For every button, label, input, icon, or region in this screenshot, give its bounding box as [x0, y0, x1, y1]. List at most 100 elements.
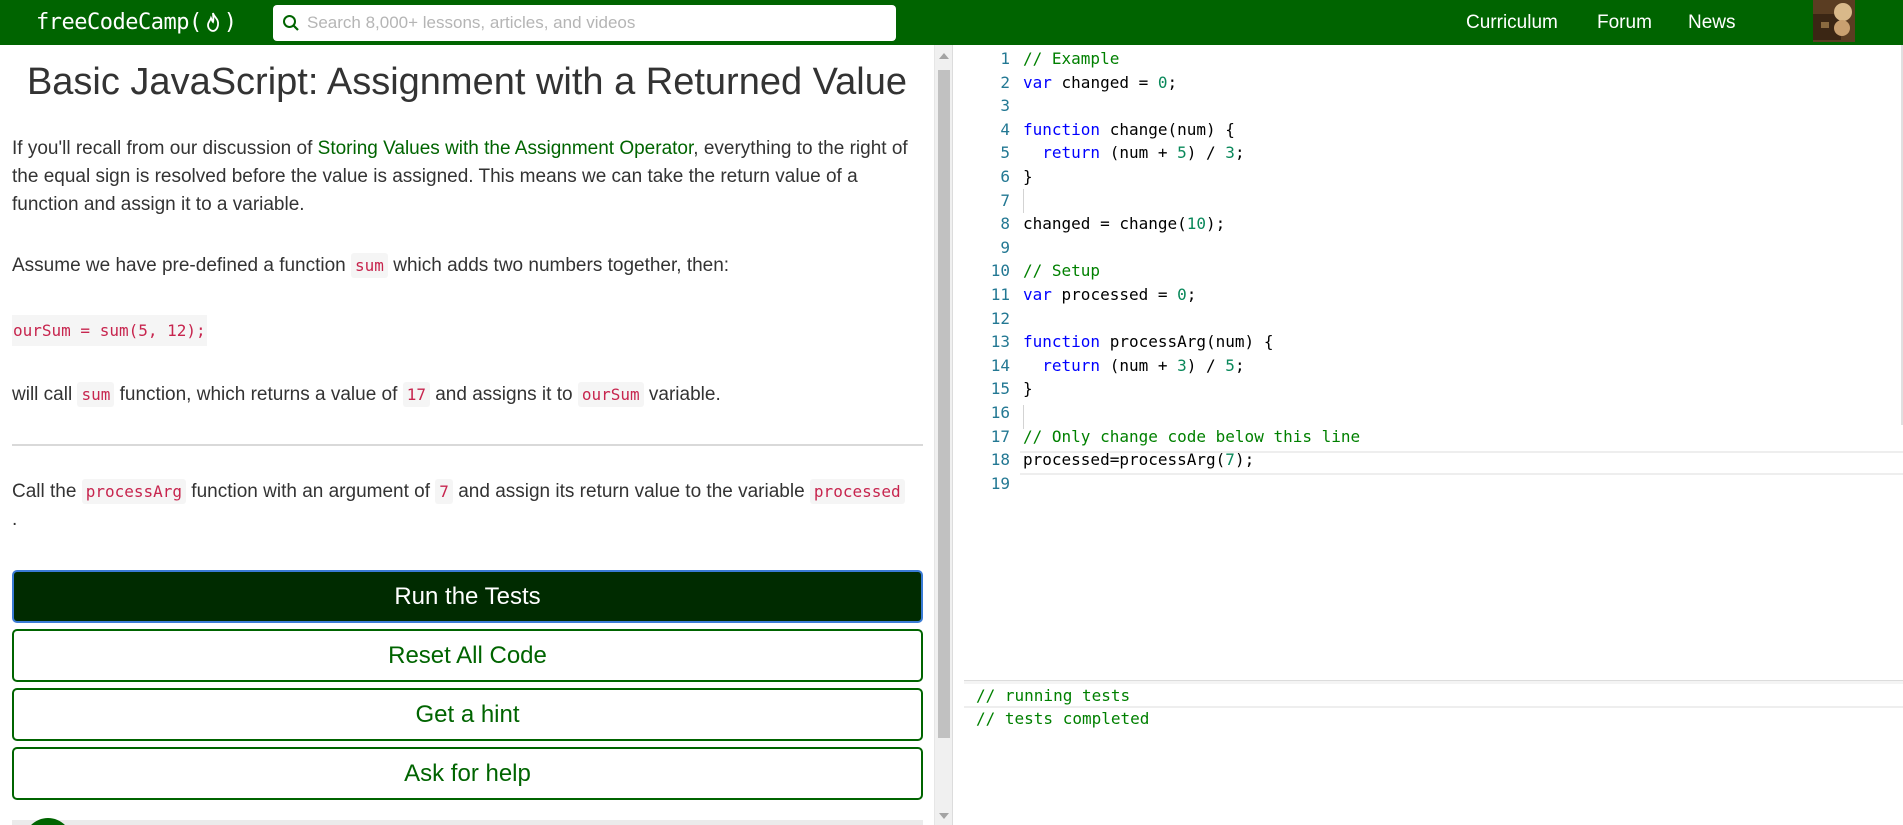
- code-line[interactable]: 6}: [964, 165, 1903, 189]
- line-number: 1: [1000, 49, 1010, 68]
- code-line[interactable]: 12: [964, 307, 1903, 331]
- code-line[interactable]: 13 function processArg(num) {: [964, 330, 1903, 354]
- line-number: 9: [1000, 237, 1010, 257]
- code-editor[interactable]: 1 // Example 2 var changed = 0; 3 4 function c…: [964, 45, 1903, 680]
- logo-text: freeCodeCamp(: [36, 9, 202, 35]
- flame-icon: [205, 12, 221, 32]
- code-line[interactable]: 8 changed = change(10);: [964, 212, 1903, 236]
- line-number: 13: [990, 332, 1010, 352]
- navbar: freeCodeCamp( ) Curriculum Forum News: [0, 0, 1903, 45]
- line-number: 17: [990, 426, 1010, 446]
- line-number: 3: [1000, 96, 1010, 116]
- code-text: processed=processArg(7);: [1023, 450, 1255, 470]
- page-title: Basic JavaScript: Assignment with a Retu…: [26, 61, 908, 103]
- line-number: 15: [990, 379, 1010, 399]
- p2-text-before: Assume we have pre-defined a function: [12, 255, 352, 276]
- task-text-d: .: [12, 509, 18, 530]
- nav-link-forum[interactable]: Forum: [1597, 12, 1652, 34]
- inline-code-sum: sum: [351, 253, 388, 278]
- inline-code-processarg: processArg: [81, 479, 187, 504]
- line-number: 16: [990, 403, 1010, 422]
- inline-code-17: 17: [402, 382, 430, 407]
- code-text: function change(num) {: [1023, 119, 1235, 139]
- line-number: 10: [990, 261, 1010, 281]
- line-number: 11: [990, 285, 1010, 304]
- line-number: 18: [990, 450, 1010, 470]
- line-number: 14: [990, 355, 1010, 375]
- pane-resize-handle[interactable]: [952, 45, 964, 825]
- p3-text-a: will call: [12, 384, 78, 405]
- p3-text-c: and assigns it to: [429, 384, 578, 405]
- code-text: // Setup: [1023, 261, 1101, 281]
- description-paragraph-1: If you'll recall from our discussion of …: [12, 135, 924, 219]
- search-input[interactable]: [307, 13, 867, 33]
- code-line[interactable]: 11 var processed = 0;: [964, 283, 1903, 307]
- code-line[interactable]: 9: [964, 236, 1903, 260]
- code-line[interactable]: 10 // Setup: [964, 259, 1903, 283]
- p2-text-after: which adds two numbers together, then:: [387, 255, 730, 276]
- line-number: 12: [990, 308, 1010, 328]
- code-line[interactable]: 5 return (num + 5) / 3;: [964, 141, 1903, 165]
- code-line[interactable]: 18 processed=processArg(7);: [964, 448, 1903, 472]
- output-line-running: // running tests: [976, 686, 1131, 705]
- code-line[interactable]: 15}: [964, 377, 1903, 401]
- logo-close-paren: ): [223, 9, 237, 35]
- code-line[interactable]: 4 function change(num) {: [964, 118, 1903, 142]
- output-line-completed: // tests completed: [976, 709, 1150, 728]
- fcc-logo[interactable]: freeCodeCamp( ): [36, 7, 237, 37]
- code-text: return (num + 3) / 5;: [1042, 355, 1245, 375]
- code-text: return (num + 5) / 3;: [1042, 143, 1245, 163]
- code-line[interactable]: 16: [964, 401, 1903, 425]
- p3-text-d: variable.: [643, 384, 721, 405]
- nav-link-curriculum[interactable]: Curriculum: [1466, 12, 1558, 34]
- line-number: 19: [990, 473, 1010, 493]
- scroll-up-icon[interactable]: [939, 53, 949, 59]
- ask-help-button[interactable]: Ask for help: [12, 747, 923, 800]
- section-divider: [12, 444, 923, 446]
- storing-values-link[interactable]: Storing Values with the Assignment Opera…: [318, 138, 694, 159]
- code-text: // Only change code below this line: [1023, 426, 1361, 446]
- task-paragraph: Call the processArg function with an arg…: [12, 478, 924, 534]
- task-text-a: Call the: [12, 481, 82, 502]
- inline-code-processed: processed: [809, 479, 905, 504]
- get-hint-button[interactable]: Get a hint: [12, 688, 923, 741]
- code-line[interactable]: 14 return (num + 3) / 5;: [964, 354, 1903, 378]
- code-text: function processArg(num) {: [1023, 332, 1274, 352]
- code-line[interactable]: 19: [964, 472, 1903, 496]
- p3-text-b: function, which returns a value of: [114, 384, 403, 405]
- instructions-pane: Basic JavaScript: Assignment with a Retu…: [0, 45, 934, 825]
- line-number: 6: [1000, 167, 1010, 186]
- code-text: }: [1023, 167, 1033, 186]
- line-number: 2: [1000, 72, 1010, 92]
- run-tests-button[interactable]: Run the Tests: [12, 570, 923, 623]
- search-bar[interactable]: [273, 5, 896, 41]
- search-icon: [281, 13, 301, 33]
- code-line[interactable]: 17 // Only change code below this line: [964, 425, 1903, 449]
- bottom-strip: [12, 820, 923, 825]
- code-text: }: [1023, 379, 1033, 399]
- code-line[interactable]: 7: [964, 189, 1903, 213]
- code-text: var changed = 0;: [1023, 72, 1178, 92]
- inline-code-7: 7: [435, 479, 453, 504]
- task-text-b: function with an argument of: [186, 481, 436, 502]
- p1-text-before: If you'll recall from our discussion of: [12, 138, 318, 159]
- code-text: var processed = 0;: [1023, 285, 1197, 304]
- scroll-down-icon[interactable]: [939, 813, 949, 819]
- nav-link-news[interactable]: News: [1688, 12, 1736, 34]
- line-number: 7: [1000, 190, 1010, 210]
- instructions-scrollbar[interactable]: [934, 45, 952, 825]
- reset-code-button[interactable]: Reset All Code: [12, 629, 923, 682]
- line-number: 8: [1000, 214, 1010, 234]
- inline-code-sum-2: sum: [77, 382, 115, 407]
- code-line[interactable]: 1 // Example: [964, 47, 1903, 71]
- code-text: changed = change(10);: [1023, 214, 1226, 234]
- line-number: 5: [1000, 143, 1010, 163]
- avatar[interactable]: [1813, 0, 1855, 42]
- inline-code-oursum: ourSum: [577, 382, 644, 407]
- example-code-block: ourSum = sum(5, 12);: [12, 315, 207, 346]
- code-line[interactable]: 3: [964, 94, 1903, 118]
- description-paragraph-2: Assume we have pre-defined a function su…: [12, 252, 924, 280]
- code-line[interactable]: 2 var changed = 0;: [964, 71, 1903, 95]
- scroll-thumb[interactable]: [938, 70, 950, 738]
- task-text-c: and assign its return value to the varia…: [452, 481, 810, 502]
